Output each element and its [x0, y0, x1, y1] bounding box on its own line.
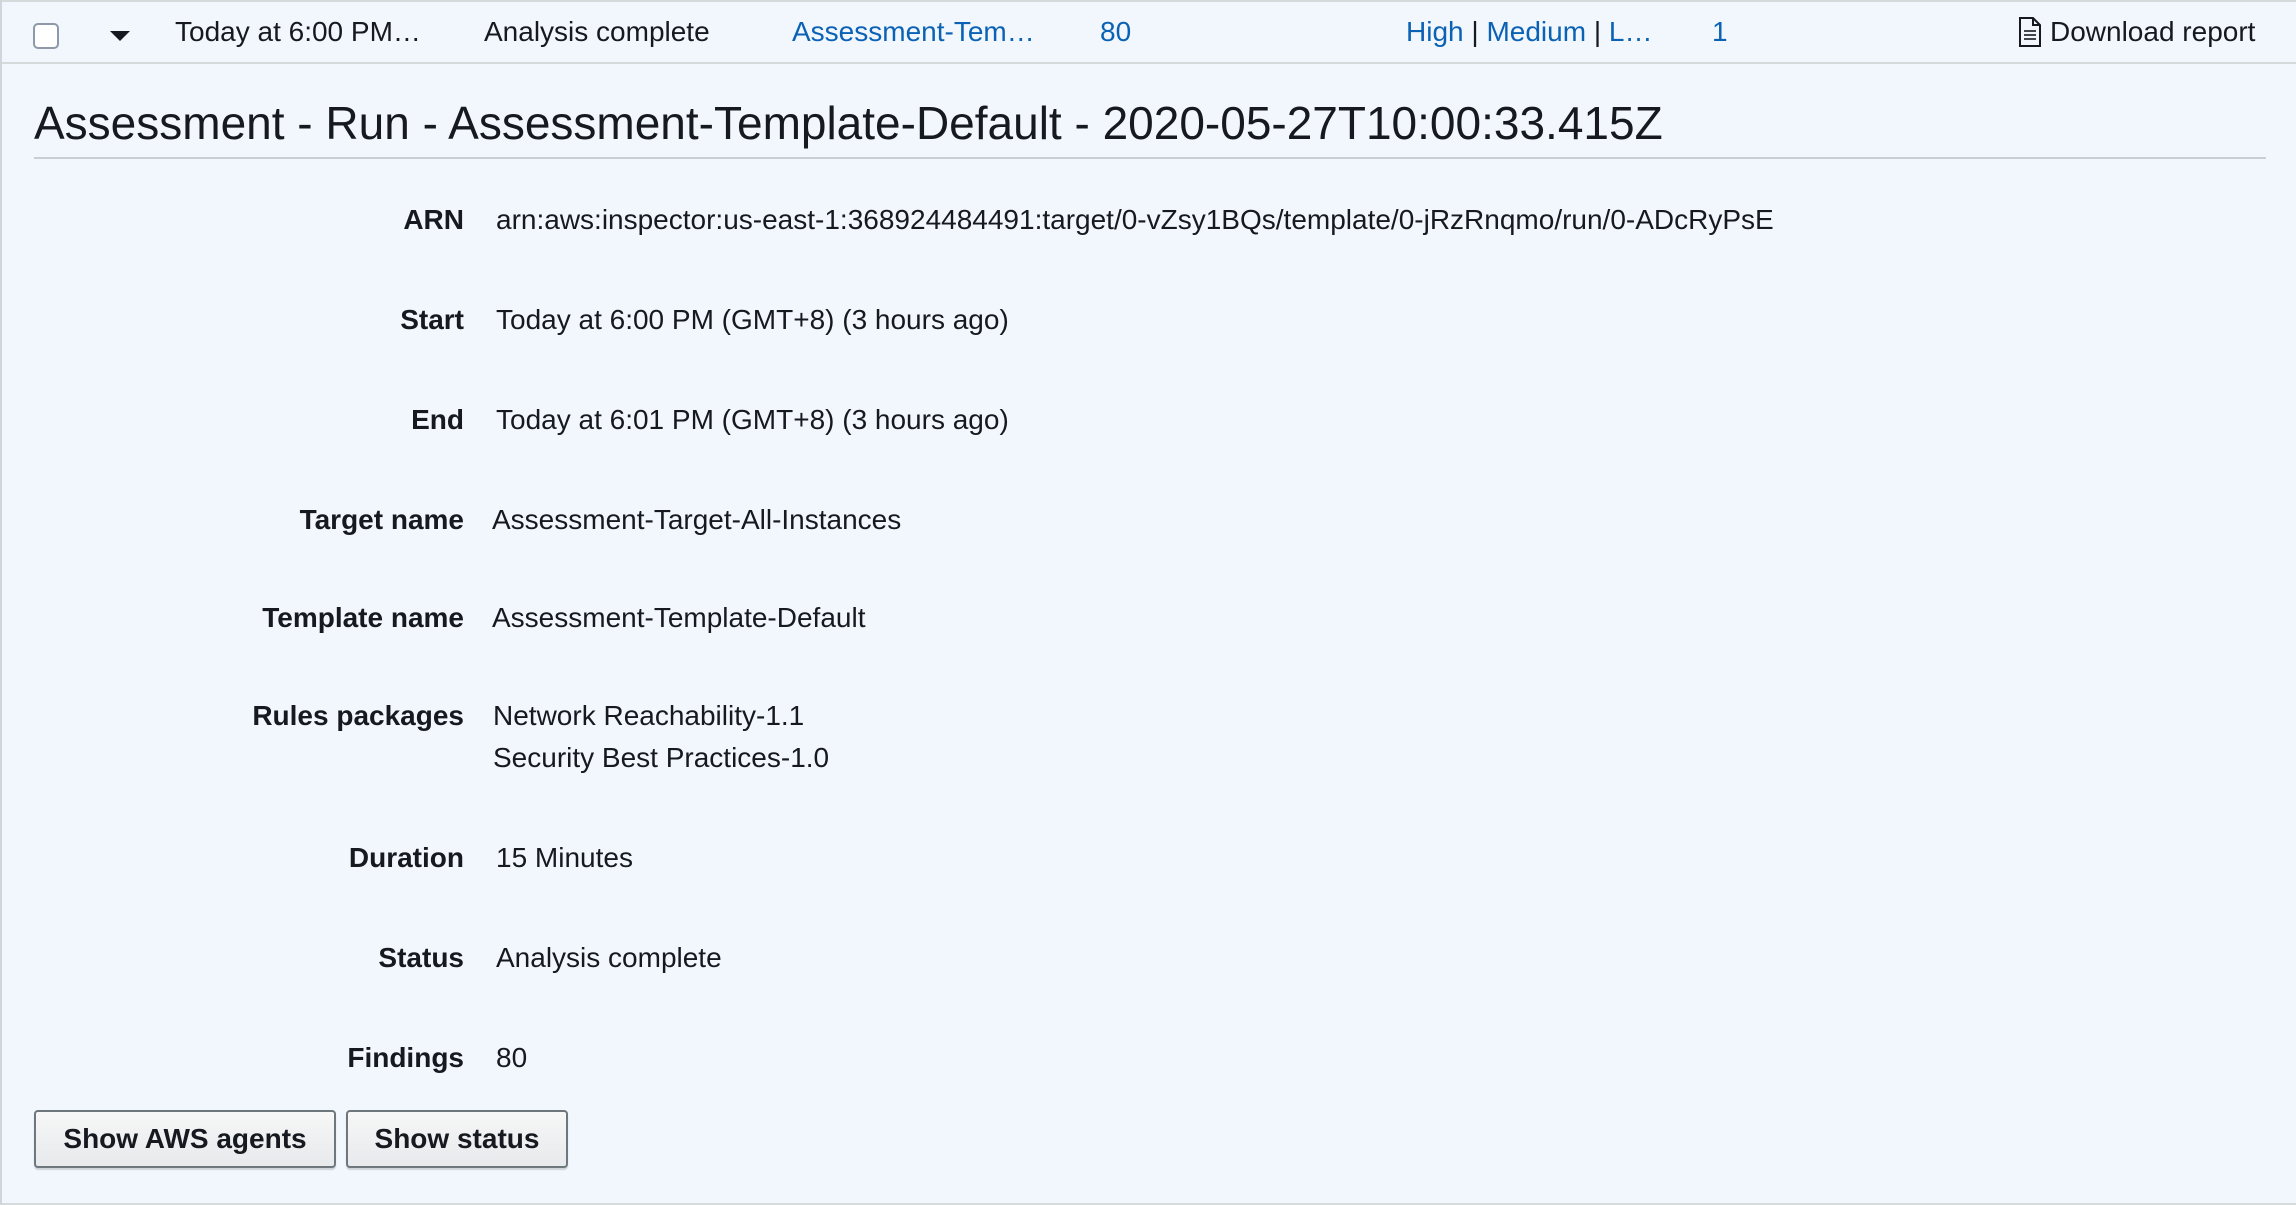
download-report-link[interactable]: Download report — [2050, 16, 2255, 48]
template-name-link[interactable]: Assessment-Template-Default — [492, 602, 865, 634]
severity-low-link[interactable]: L… — [1609, 16, 1653, 47]
assessment-run-panel: Today at 6:00 PM… Analysis complete Asse… — [0, 0, 2296, 1205]
duration-label: Duration — [348, 842, 464, 873]
template-name-label: Template name — [262, 602, 464, 633]
row-count-link[interactable]: 1 — [1712, 16, 1728, 48]
rules-package-link[interactable]: Network Reachability-1.1 — [493, 700, 804, 732]
rules-packages-label: Rules packages — [252, 700, 464, 731]
row-checkbox[interactable] — [33, 23, 59, 49]
rules-package-link[interactable]: Security Best Practices-1.0 — [493, 742, 829, 774]
start-label: Start — [400, 304, 464, 335]
severity-separator: | — [1593, 16, 1602, 47]
status-value: Analysis complete — [496, 942, 722, 973]
row-findings-link[interactable]: 80 — [1100, 16, 1131, 48]
row-status: Analysis complete — [484, 16, 710, 47]
show-aws-agents-button[interactable]: Show AWS agents — [34, 1110, 336, 1168]
caret-down-icon[interactable] — [110, 31, 130, 41]
status-label: Status — [378, 942, 464, 973]
target-name-label: Target name — [299, 504, 464, 535]
title-divider — [34, 157, 2266, 159]
severity-medium-link[interactable]: Medium — [1486, 16, 1586, 47]
show-status-button[interactable]: Show status — [346, 1110, 568, 1168]
findings-label: Findings — [347, 1042, 464, 1073]
row-date: Today at 6:00 PM… — [175, 16, 421, 47]
severity-high-link[interactable]: High — [1406, 16, 1464, 47]
findings-link[interactable]: 80 — [496, 1042, 527, 1074]
end-value: Today at 6:01 PM (GMT+8) (3 hours ago) — [496, 404, 1009, 435]
table-row[interactable]: Today at 6:00 PM… Analysis complete Asse… — [2, 0, 2296, 64]
arn-value: arn:aws:inspector:us-east-1:368924484491… — [496, 204, 1774, 235]
arn-label: ARN — [403, 204, 464, 235]
row-template-link[interactable]: Assessment-Tem… — [792, 16, 1035, 48]
target-name-link[interactable]: Assessment-Target-All-Instances — [492, 504, 901, 536]
severity-separator: | — [1471, 16, 1479, 47]
document-icon[interactable] — [2018, 17, 2042, 52]
row-severity: High | Medium | L… — [1406, 16, 1652, 48]
start-value: Today at 6:00 PM (GMT+8) (3 hours ago) — [496, 304, 1009, 335]
duration-value: 15 Minutes — [496, 842, 633, 873]
page-title: Assessment - Run - Assessment-Template-D… — [34, 97, 1663, 149]
end-label: End — [411, 404, 464, 435]
